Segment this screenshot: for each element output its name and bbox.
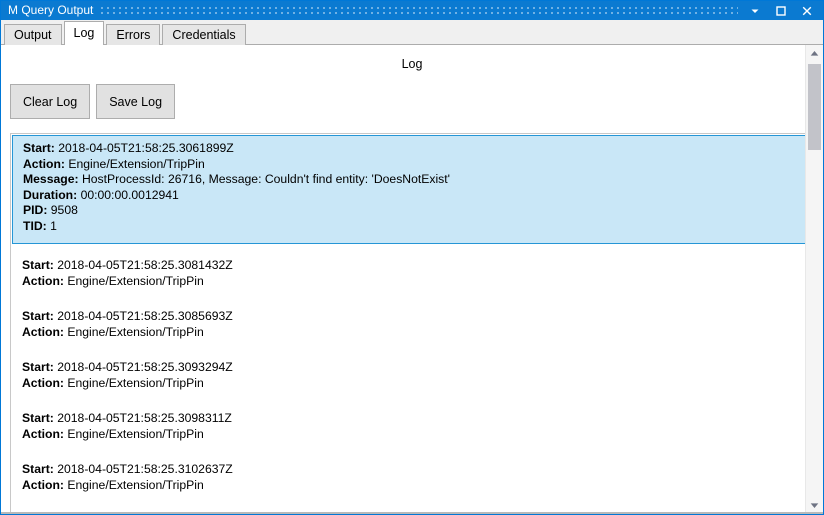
log-value-start: 2018-04-05T21:58:25.3102637Z [57,462,233,476]
clear-log-button[interactable]: Clear Log [10,84,91,119]
log-value-action: Engine/Extension/TripPin [67,426,204,441]
log-value-action: Engine/Extension/TripPin [67,477,204,492]
log-row-duration: Duration: 00:00:00.0012941 [23,188,810,204]
log-value-action: Engine/Extension/TripPin [67,324,204,339]
log-entry[interactable]: Start: 2018-04-05T21:58:25.3093294Z Acti… [11,357,813,394]
log-row-action: Action: Engine/Extension/TripPin [22,376,813,392]
log-panel: Log Clear Log Save Log Start: 2018-04-05… [1,45,823,514]
log-key-start: Start: [22,462,54,476]
title-bar[interactable]: M Query Output [1,1,823,20]
log-key-duration: Duration: [23,187,78,202]
log-key-action: Action: [22,477,64,492]
log-key-start: Start: [22,309,54,323]
scrollbar-track[interactable] [806,62,823,497]
log-key-start: Start: [23,141,55,155]
log-value-action: Engine/Extension/TripPin [67,375,204,390]
log-key-start: Start: [22,411,54,425]
log-value-pid: 9508 [50,203,78,217]
m-query-output-window: M Query Output Output Log Errors Credent… [0,0,824,515]
log-key-action: Action: [22,324,64,339]
log-value-action: Engine/Extension/TripPin [68,156,205,171]
log-entry[interactable]: Start: 2018-04-05T21:58:25.3081432Z Acti… [11,255,813,292]
log-row-action: Action: Engine/Extension/TripPin [22,427,813,443]
log-row-action: Action: Engine/Extension/TripPin [22,325,813,341]
panel-bottom-edge [1,512,823,514]
log-key-action: Action: [22,375,64,390]
log-entry[interactable]: Start: 2018-04-05T21:58:25.3102637Z Acti… [11,459,813,496]
log-key-action: Action: [23,156,65,171]
log-row-message: Message: HostProcessId: 26716, Message: … [23,172,810,188]
close-icon[interactable] [794,1,820,20]
tab-errors[interactable]: Errors [106,24,161,45]
log-row-pid: PID: 9508 [23,203,810,219]
log-row-start: Start: 2018-04-05T21:58:25.3061899Z [23,141,810,157]
log-entry-list[interactable]: Start: 2018-04-05T21:58:25.3061899Z Acti… [10,133,814,514]
log-key-start: Start: [22,360,54,374]
log-entry-selected[interactable]: Start: 2018-04-05T21:58:25.3061899Z Acti… [12,135,811,244]
log-row-start: Start: 2018-04-05T21:58:25.3102637Z [22,462,813,478]
window-title: M Query Output [8,3,94,17]
log-value-duration: 00:00:00.0012941 [80,187,179,202]
scrollbar-thumb[interactable] [808,64,821,150]
log-value-message: HostProcessId: 26716, Message: Couldn't … [81,172,450,186]
page-title: Log [401,57,423,71]
log-toolbar: Clear Log Save Log [1,73,823,119]
tab-output[interactable]: Output [4,24,62,45]
tab-log[interactable]: Log [63,21,105,45]
log-key-action: Action: [22,426,64,441]
log-row-start: Start: 2018-04-05T21:58:25.3098311Z [22,411,813,427]
log-value-start: 2018-04-05T21:58:25.3098311Z [57,411,232,425]
log-value-start: 2018-04-05T21:58:25.3093294Z [57,360,233,374]
log-entry[interactable]: Start: 2018-04-05T21:58:25.3098311Z Acti… [11,408,813,445]
log-row-start: Start: 2018-04-05T21:58:25.3093294Z [22,360,813,376]
log-value-start: 2018-04-05T21:58:25.3085693Z [57,309,233,323]
tab-credentials[interactable]: Credentials [162,24,246,45]
log-key-tid: TID: [23,218,47,233]
log-value-action: Engine/Extension/TripPin [67,273,204,288]
log-row-start: Start: 2018-04-05T21:58:25.3081432Z [22,258,813,274]
title-grip [101,5,738,16]
log-value-tid: 1 [50,218,57,233]
log-row-action: Action: Engine/Extension/TripPin [22,478,813,494]
log-key-start: Start: [22,258,54,272]
log-row-action: Action: Engine/Extension/TripPin [23,157,810,173]
save-log-button[interactable]: Save Log [96,84,176,119]
log-entry[interactable]: Start: 2018-04-05T21:58:25.3085693Z Acti… [11,306,813,343]
chevron-down-icon[interactable] [742,1,768,20]
log-key-action: Action: [22,273,64,288]
log-key-pid: PID: [23,203,48,217]
log-row-start: Start: 2018-04-05T21:58:25.3085693Z [22,309,813,325]
log-row-action: Action: Engine/Extension/TripPin [22,274,813,290]
scroll-up-icon[interactable] [806,45,823,62]
log-value-start: 2018-04-05T21:58:25.3081432Z [57,258,233,272]
log-value-start: 2018-04-05T21:58:25.3061899Z [58,141,234,155]
window-controls [742,1,823,20]
log-key-message: Message: [23,172,79,186]
vertical-scrollbar[interactable] [805,45,823,514]
square-icon[interactable] [768,1,794,20]
log-row-tid: TID: 1 [23,219,810,235]
tab-strip: Output Log Errors Credentials [1,20,823,45]
